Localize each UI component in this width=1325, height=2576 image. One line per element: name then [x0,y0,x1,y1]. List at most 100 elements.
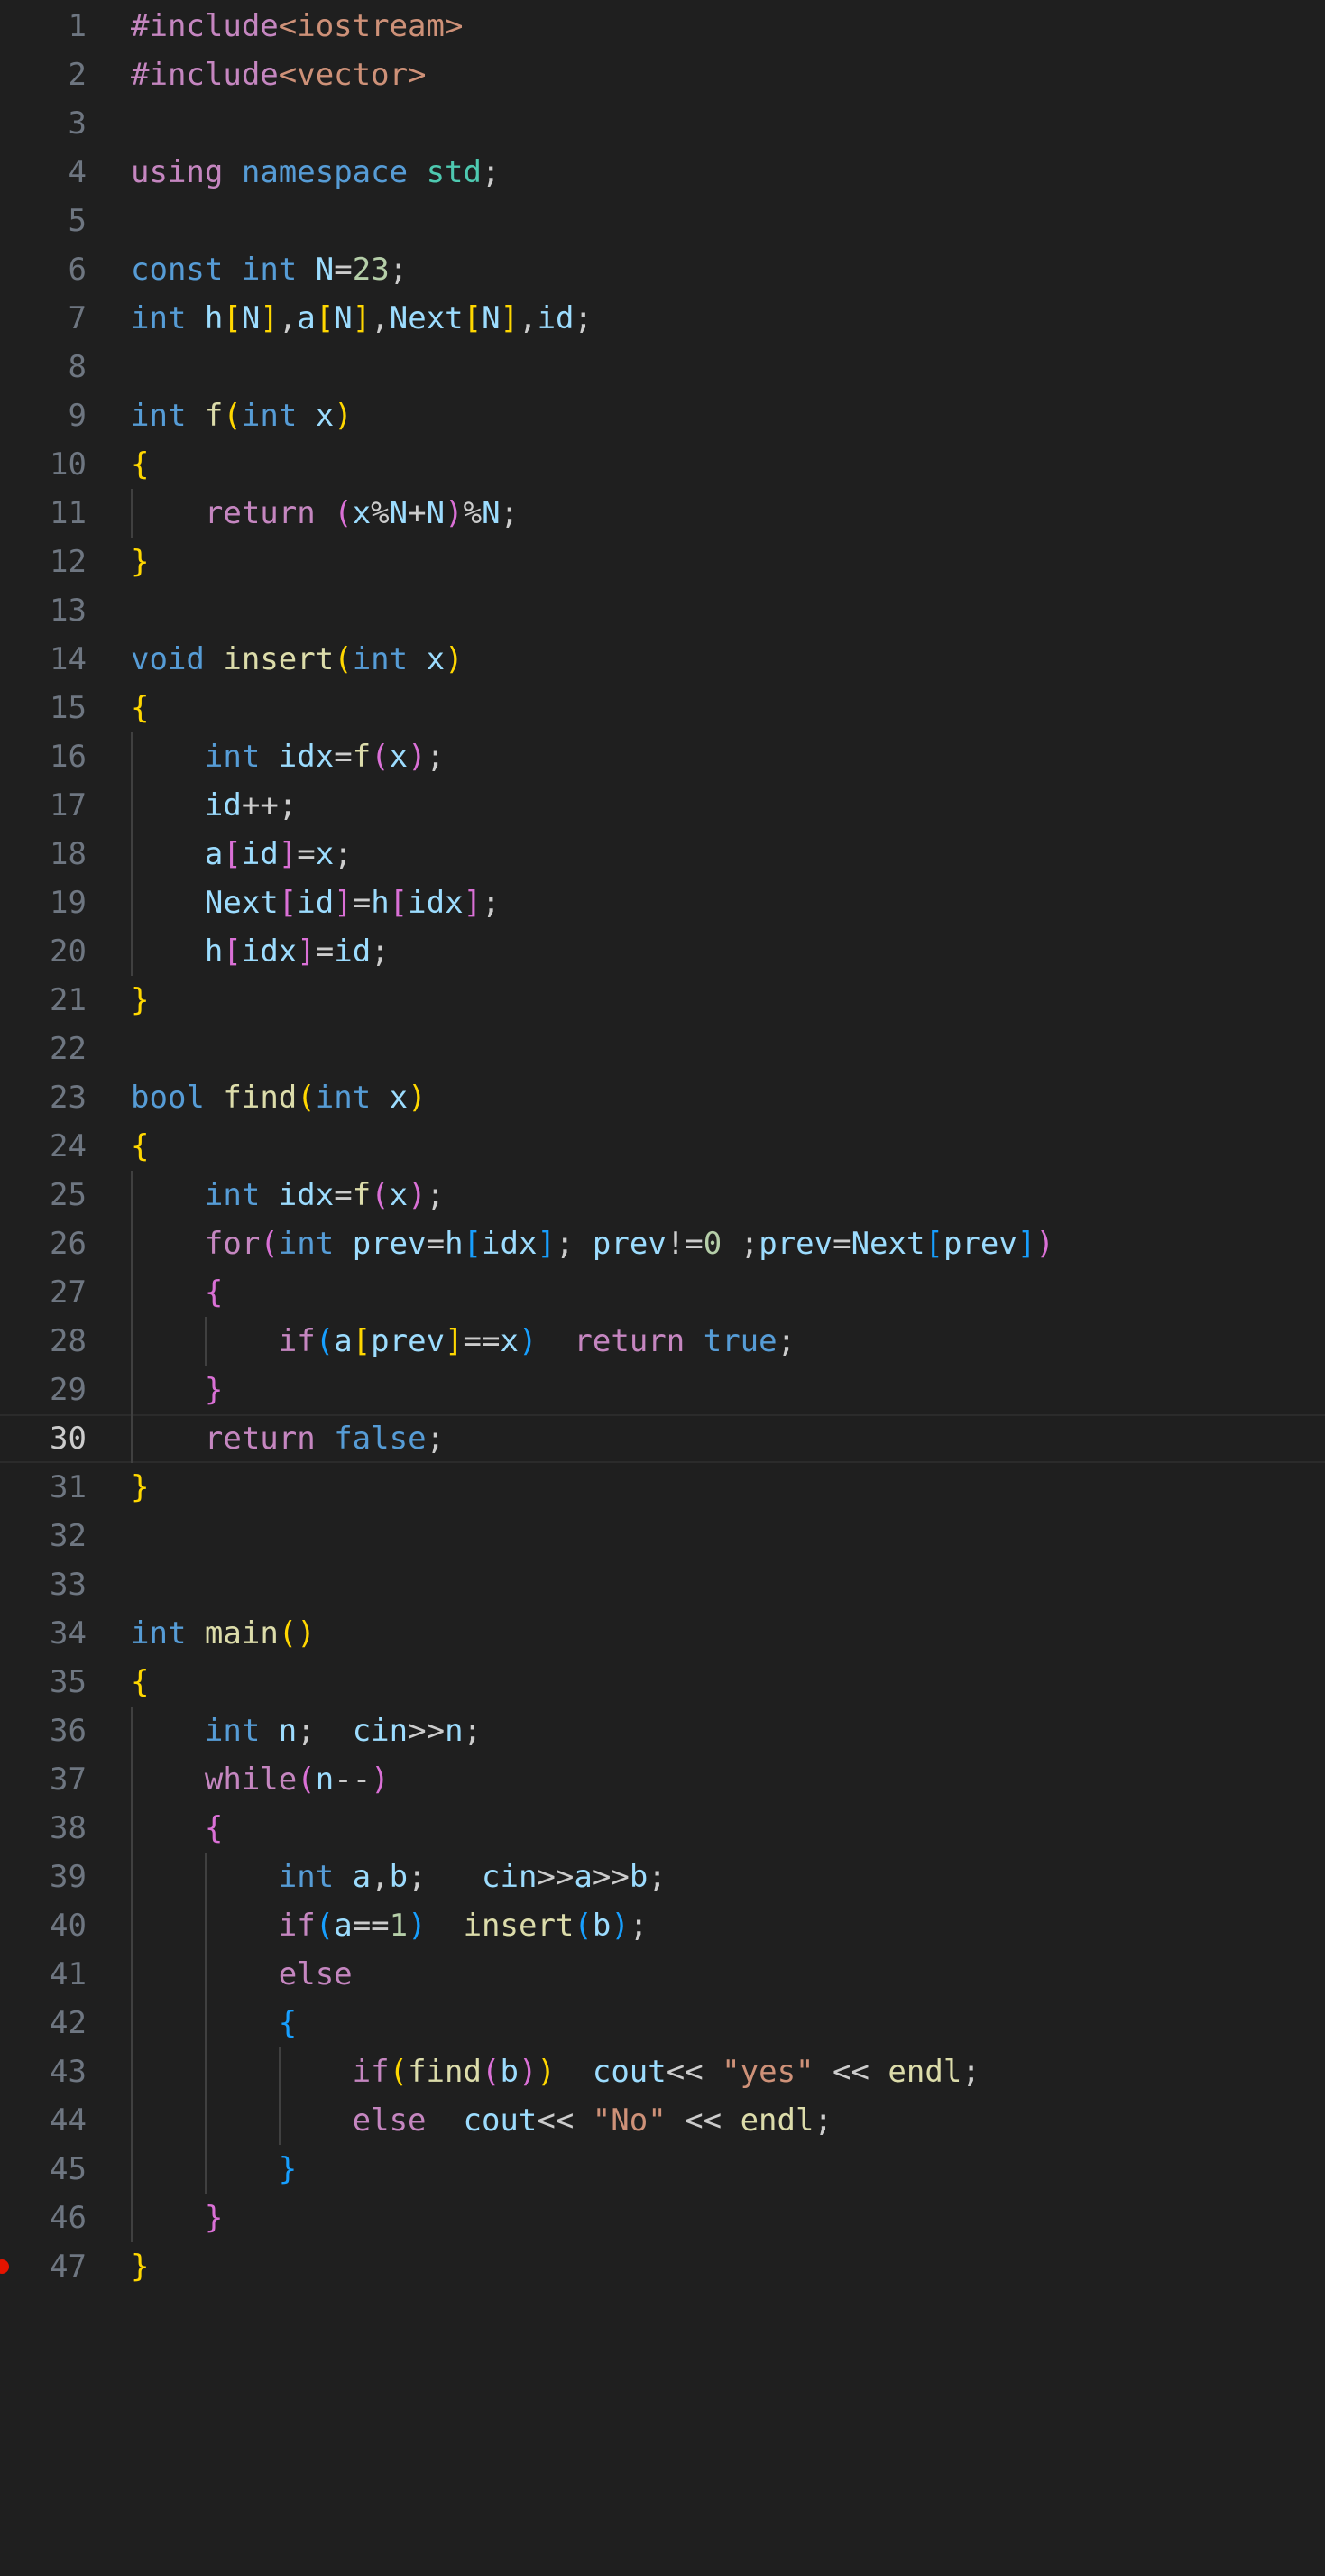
code-line[interactable]: 31} [0,1463,1325,1512]
line-number[interactable]: 12 [0,538,87,586]
code-line[interactable]: 29 } [0,1366,1325,1414]
code-text[interactable]: { [131,1658,149,1707]
code-line[interactable]: 38 { [0,1804,1325,1853]
code-line[interactable]: 18 a[id]=x; [0,830,1325,879]
code-line[interactable]: 7 int h[N],a[N],Next[N],id; [0,294,1325,343]
line-number[interactable]: 17 [0,781,87,830]
line-number[interactable]: 35 [0,1658,87,1707]
line-number[interactable]: 30 [0,1414,87,1463]
code-text[interactable]: } [131,1463,149,1512]
code-line[interactable]: 36 int n; cin>>n; [0,1707,1325,1755]
code-text[interactable]: void insert(int x) [131,635,464,684]
code-text[interactable]: int idx=f(x); [131,732,445,781]
line-number[interactable]: 5 [0,197,87,245]
code-line[interactable]: 37 while(n--) [0,1755,1325,1804]
code-line[interactable]: 40 if(a==1) insert(b); [0,1901,1325,1950]
code-text[interactable]: { [131,440,149,489]
line-number[interactable]: 1 [0,2,87,51]
code-text[interactable]: { [131,1804,223,1853]
line-number[interactable]: 45 [0,2145,87,2194]
line-number[interactable]: 14 [0,635,87,684]
line-number[interactable]: 32 [0,1512,87,1560]
code-line[interactable]: 34 int main() [0,1609,1325,1658]
code-text[interactable]: } [131,2242,149,2291]
code-line[interactable]: 14 void insert(int x) [0,635,1325,684]
line-number[interactable]: 41 [0,1950,87,1999]
line-number[interactable]: 40 [0,1901,87,1950]
code-line[interactable]: 22 [0,1025,1325,1073]
code-text[interactable]: int main() [131,1609,316,1658]
code-line[interactable]: 2 #include<vector> [0,51,1325,99]
line-number[interactable]: 37 [0,1755,87,1804]
code-text[interactable]: int f(int x) [131,391,353,440]
code-line[interactable]: 44 else cout<< "No" << endl; [0,2096,1325,2145]
line-number[interactable]: 23 [0,1073,87,1122]
code-line[interactable]: 39 int a,b; cin>>a>>b; [0,1853,1325,1901]
line-number[interactable]: 43 [0,2047,87,2096]
line-number[interactable]: 4 [0,148,87,197]
code-line[interactable]: 45 } [0,2145,1325,2194]
code-editor[interactable]: 1 #include<iostream> 2 #include<vector> 3 4 us… [0,0,1325,2576]
code-line[interactable]: 6 const int N=23; [0,245,1325,294]
code-line[interactable]: 43 if(find(b)) cout<< "yes" << endl; [0,2047,1325,2096]
code-text[interactable]: h[idx]=id; [131,927,390,976]
code-line[interactable]: 11 return (x%N+N)%N; [0,489,1325,538]
line-number[interactable]: 27 [0,1268,87,1317]
code-line[interactable]: 26 for(int prev=h[idx]; prev!=0 ;prev=Ne… [0,1219,1325,1268]
code-text[interactable]: } [131,1366,223,1414]
code-text[interactable]: #include<iostream> [131,2,463,51]
code-text[interactable]: if(a[prev]==x) return true; [131,1317,796,1366]
code-text[interactable]: int h[N],a[N],Next[N],id; [131,294,593,343]
code-text[interactable]: const int N=23; [131,245,408,294]
code-line[interactable]: 42 { [0,1999,1325,2047]
code-text[interactable]: a[id]=x; [131,830,353,879]
line-number[interactable]: 10 [0,440,87,489]
code-line[interactable]: 46 } [0,2194,1325,2242]
line-number[interactable]: 29 [0,1366,87,1414]
code-line[interactable]: 8 [0,343,1325,391]
line-number[interactable]: 47 [0,2242,87,2291]
line-number[interactable]: 8 [0,343,87,391]
line-number[interactable]: 25 [0,1171,87,1219]
line-number[interactable]: 26 [0,1219,87,1268]
code-text[interactable]: using namespace std; [131,148,500,197]
line-number[interactable]: 21 [0,976,87,1025]
code-text[interactable]: } [131,2194,223,2242]
line-number[interactable]: 6 [0,245,87,294]
code-line[interactable]: 3 [0,99,1325,148]
line-number[interactable]: 3 [0,99,87,148]
line-number[interactable]: 20 [0,927,87,976]
line-number[interactable]: 22 [0,1025,87,1073]
code-text[interactable]: id++; [131,781,297,830]
code-text[interactable]: else cout<< "No" << endl; [131,2096,833,2145]
code-line[interactable]: 33 [0,1560,1325,1609]
code-line[interactable]: 10 { [0,440,1325,489]
code-text[interactable]: } [131,2145,297,2194]
code-line[interactable]: 30 return false; [0,1414,1325,1463]
line-number[interactable]: 44 [0,2096,87,2145]
code-line[interactable]: 1 #include<iostream> [0,2,1325,51]
line-number[interactable]: 34 [0,1609,87,1658]
code-text[interactable]: { [131,1999,297,2047]
code-text[interactable]: #include<vector> [131,51,427,99]
code-line[interactable]: 19 Next[id]=h[idx]; [0,879,1325,927]
line-number[interactable]: 16 [0,732,87,781]
line-number[interactable]: 42 [0,1999,87,2047]
code-line[interactable]: 15 { [0,684,1325,732]
code-line[interactable]: 35 { [0,1658,1325,1707]
code-text[interactable]: } [131,538,149,586]
code-line[interactable]: 13 [0,586,1325,635]
code-line[interactable]: 41 else [0,1950,1325,1999]
code-text[interactable]: int idx=f(x); [131,1171,445,1219]
code-line[interactable]: 24 { [0,1122,1325,1171]
line-number[interactable]: 19 [0,879,87,927]
line-number[interactable]: 24 [0,1122,87,1171]
code-line[interactable]: 28 if(a[prev]==x) return true; [0,1317,1325,1366]
code-text[interactable]: if(a==1) insert(b); [131,1901,649,1950]
line-number[interactable]: 46 [0,2194,87,2242]
line-number[interactable]: 38 [0,1804,87,1853]
code-text[interactable]: for(int prev=h[idx]; prev!=0 ;prev=Next[… [131,1219,1054,1268]
code-line[interactable]: 25 int idx=f(x); [0,1171,1325,1219]
line-number[interactable]: 31 [0,1463,87,1512]
code-text[interactable]: bool find(int x) [131,1073,427,1122]
